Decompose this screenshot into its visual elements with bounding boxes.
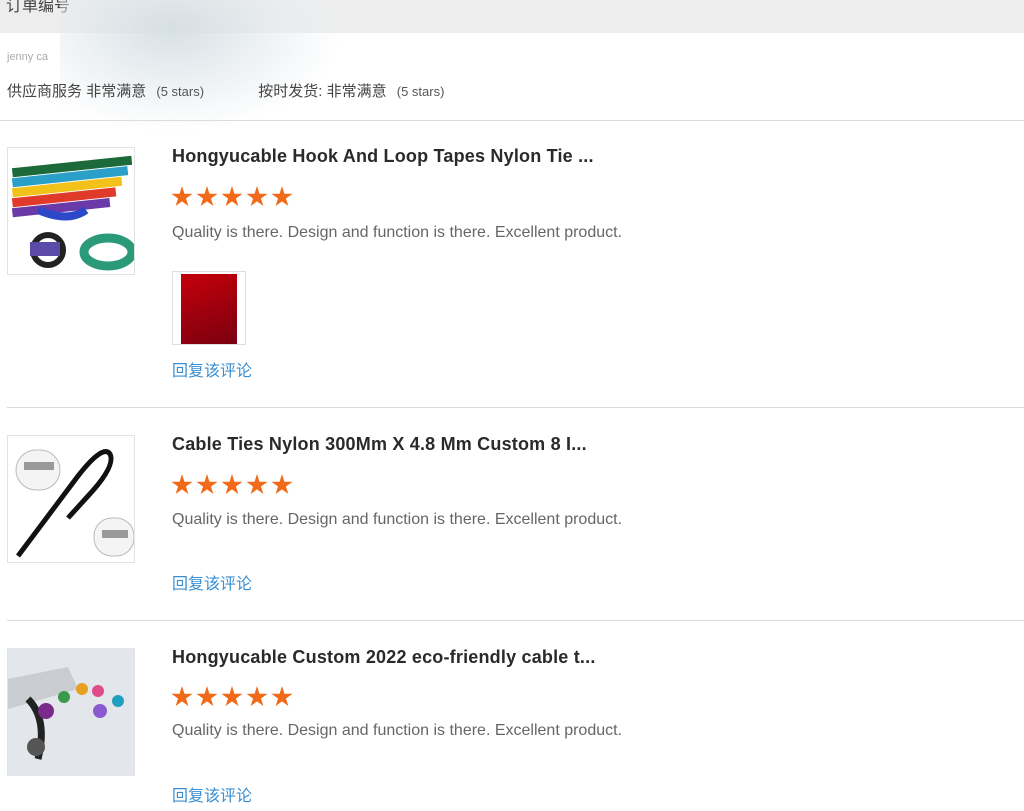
star-icon — [271, 686, 293, 707]
reply-review-link[interactable]: 回复该评论 — [172, 357, 252, 381]
star-icon — [196, 686, 218, 707]
star-icon — [196, 474, 218, 495]
product-thumbnail[interactable] — [7, 147, 135, 275]
star-icon — [271, 186, 293, 207]
order-header-bar: 订单编号 — [0, 0, 1024, 33]
product-thumbnail[interactable] — [7, 435, 135, 563]
hook-loop-tapes-image — [11, 155, 134, 271]
star-icon — [221, 186, 243, 207]
ratings-summary: 供应商服务 非常满意 (5 stars) 按时发货: 非常满意 (5 stars… — [7, 80, 444, 101]
reply-review-link[interactable]: 回复该评论 — [172, 570, 252, 594]
star-icon — [171, 686, 193, 707]
star-icon — [171, 186, 193, 207]
star-icon — [221, 474, 243, 495]
rating-stars-note: (5 stars) — [156, 84, 205, 99]
star-rating — [171, 474, 293, 496]
divider — [0, 120, 1024, 121]
star-icon — [221, 686, 243, 707]
rating-value: 非常满意 — [326, 83, 387, 100]
cable-ties-image — [15, 449, 134, 558]
star-icon — [271, 474, 293, 495]
rating-value: 非常满意 — [86, 83, 147, 100]
review-photo[interactable] — [172, 271, 246, 345]
product-title[interactable]: Hongyucable Hook And Loop Tapes Nylon Ti… — [172, 146, 594, 167]
eco-cable-ties-image — [8, 649, 134, 775]
order-number-label: 订单编号 — [6, 0, 71, 15]
review-comment: Quality is there. Design and function is… — [172, 511, 623, 528]
star-rating — [171, 686, 293, 708]
rating-label: 供应商服务 — [7, 83, 83, 100]
on-time-delivery-rating: 按时发货: 非常满意 (5 stars) — [258, 80, 444, 101]
star-icon — [171, 474, 193, 495]
supplier-service-rating: 供应商服务 非常满意 (5 stars) — [7, 80, 204, 101]
reviewer-name: jenny ca — [7, 51, 48, 63]
star-icon — [246, 474, 268, 495]
star-icon — [246, 186, 268, 207]
review-comment: Quality is there. Design and function is… — [172, 722, 623, 739]
review-comment: Quality is there. Design and function is… — [172, 224, 623, 241]
product-thumbnail[interactable] — [7, 648, 135, 776]
divider — [7, 620, 1024, 621]
divider — [7, 407, 1024, 408]
review-photo-image — [181, 274, 237, 344]
reply-review-link[interactable]: 回复该评论 — [172, 782, 252, 806]
product-title[interactable]: Hongyucable Custom 2022 eco-friendly cab… — [172, 647, 596, 668]
star-icon — [196, 186, 218, 207]
star-rating — [171, 186, 293, 208]
product-title[interactable]: Cable Ties Nylon 300Mm X 4.8 Mm Custom 8… — [172, 434, 587, 455]
rating-stars-note: (5 stars) — [396, 84, 445, 99]
rating-label: 按时发货: — [258, 83, 323, 100]
star-icon — [246, 686, 268, 707]
